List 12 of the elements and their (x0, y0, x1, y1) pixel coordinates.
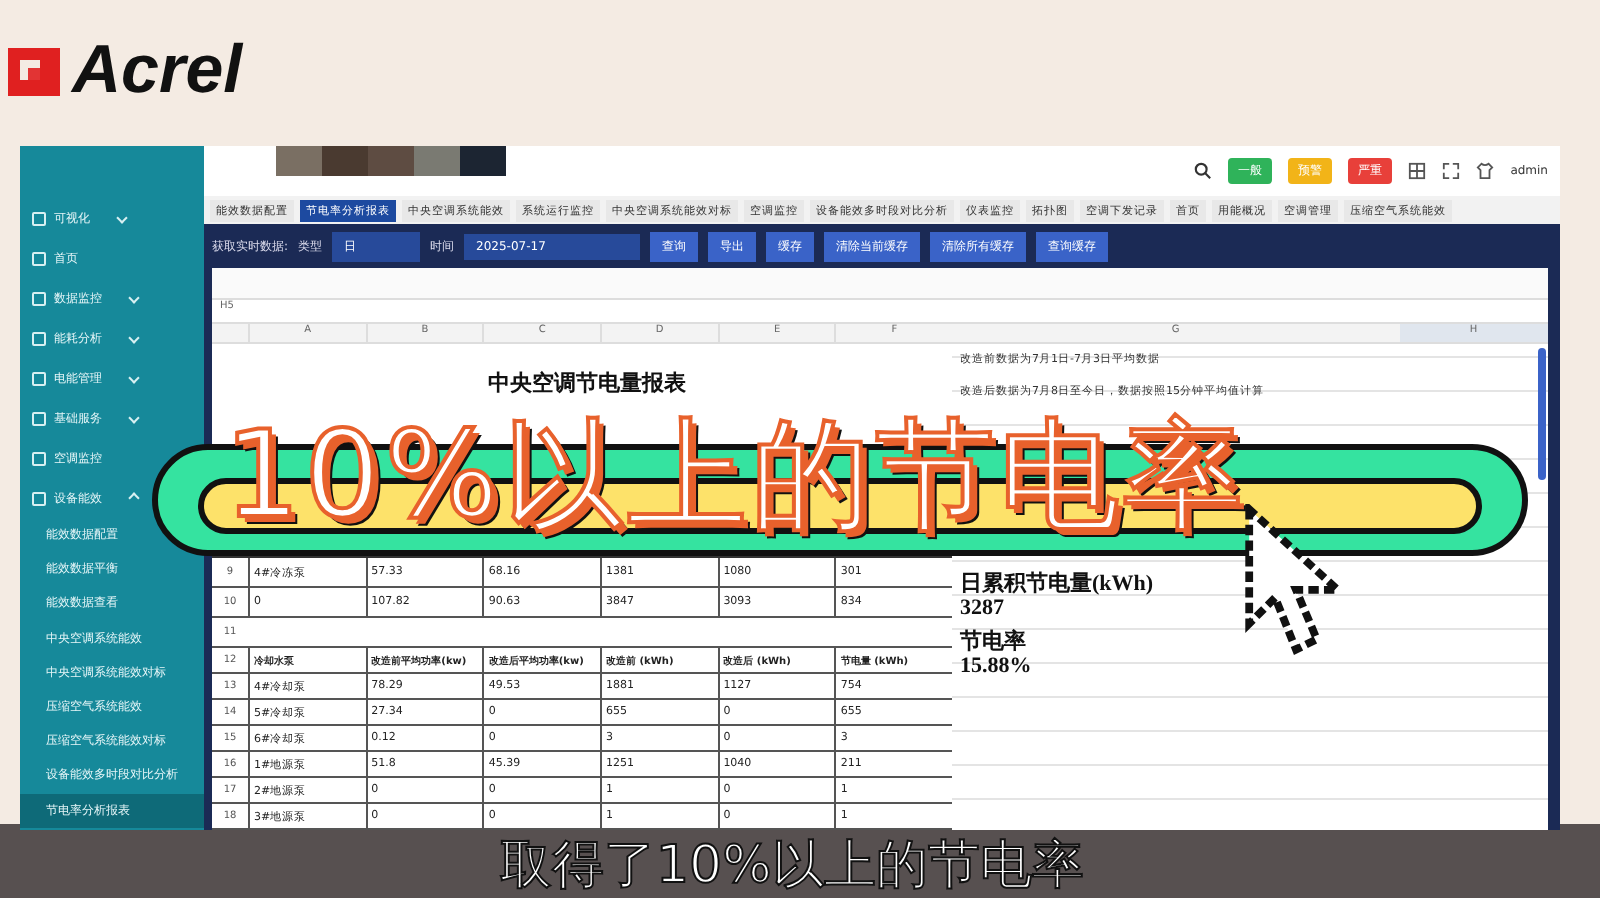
scrollbar[interactable] (1538, 348, 1546, 480)
subtitle: 取得了10%以上的节电率 (500, 834, 1084, 898)
summary-value: 3287 (960, 596, 1006, 620)
search-icon[interactable] (1194, 162, 1213, 180)
fullscreen-icon[interactable] (1442, 162, 1461, 180)
report-title: 中央空调节电量报表 (488, 368, 686, 396)
grid-icon[interactable] (1408, 162, 1427, 180)
logo-text: Acrel (72, 31, 243, 109)
summary-value: 15.88% (960, 654, 1034, 678)
summary-label: 节电率 (960, 630, 1028, 654)
shirt-icon[interactable] (1476, 162, 1495, 180)
summary-label: 日累积节电量(kWh) (960, 572, 1154, 596)
